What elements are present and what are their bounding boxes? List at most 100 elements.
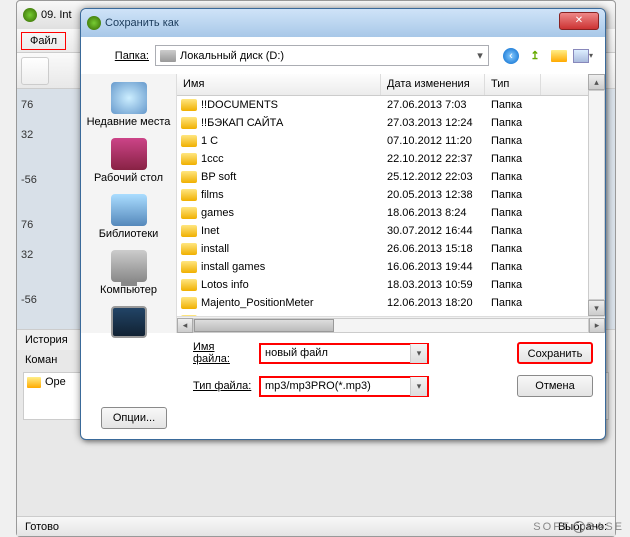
folder-icon	[181, 117, 197, 129]
wave-tick: 32	[21, 249, 33, 261]
parent-title: 09. Int	[41, 9, 72, 21]
file-name: 1ccc	[201, 153, 224, 165]
file-type: Папка	[485, 261, 541, 273]
sidebar-item-computer[interactable]: Компьютер	[84, 246, 174, 300]
toolbar-button[interactable]	[21, 57, 49, 85]
file-row[interactable]: !!БЭКАП САЙТА 27.03.2013 12:24Папка	[177, 114, 588, 132]
file-date: 20.05.2013 12:38	[381, 189, 485, 201]
cancel-button[interactable]: Отмена	[517, 375, 593, 397]
folder-icon	[181, 171, 197, 183]
file-row[interactable]: BP soft25.12.2012 22:03Папка	[177, 168, 588, 186]
options-button[interactable]: Опции...	[101, 407, 167, 429]
file-row[interactable]: 1ccc22.10.2012 22:37Папка	[177, 150, 588, 168]
dialog-titlebar[interactable]: Сохранить как ✕	[81, 9, 605, 37]
column-name[interactable]: Имя	[177, 74, 381, 95]
status-bar: Готово Выбрано:	[17, 516, 615, 536]
file-name: 1 C	[201, 135, 218, 147]
file-date: 12.06.2013 18:20	[381, 297, 485, 309]
chevron-down-icon: ▾	[472, 49, 488, 62]
scroll-up-arrow[interactable]: ▴	[588, 74, 605, 90]
wave-tick: 76	[21, 99, 33, 111]
drive-icon	[160, 50, 176, 62]
scroll-track[interactable]	[193, 318, 589, 333]
file-type: Папка	[485, 153, 541, 165]
filename-input[interactable]: ▾	[259, 343, 429, 364]
scroll-right-arrow[interactable]: ▸	[589, 318, 605, 333]
folder-dropdown[interactable]: Локальный диск (D:) ▾	[155, 45, 489, 66]
vertical-scrollbar[interactable]: ▴ ▾	[588, 74, 605, 316]
filename-field[interactable]	[265, 347, 410, 359]
horizontal-scrollbar[interactable]: ◂ ▸	[177, 316, 605, 333]
file-row[interactable]: Inet30.07.2012 16:44Папка	[177, 222, 588, 240]
close-button[interactable]: ✕	[559, 12, 599, 30]
file-row[interactable]: games18.06.2013 8:24Папка	[177, 204, 588, 222]
list-item-label: Ope	[45, 376, 66, 388]
folder-icon	[181, 243, 197, 255]
filename-label: Имя файла:	[183, 341, 253, 365]
file-name: install games	[201, 261, 265, 273]
file-type: Папка	[485, 189, 541, 201]
file-date: 16.06.2013 19:44	[381, 261, 485, 273]
filename-row: Имя файла: ▾ Сохранить	[93, 341, 593, 365]
folder-icon	[181, 297, 197, 309]
file-type: Папка	[485, 171, 541, 183]
app-icon	[23, 8, 37, 22]
file-date: 27.03.2013 12:24	[381, 117, 485, 129]
file-row[interactable]: 1 C07.10.2012 11:20Папка	[177, 132, 588, 150]
folder-icon	[27, 377, 41, 388]
new-folder-button[interactable]	[549, 46, 569, 66]
dialog-bottom: Имя файла: ▾ Сохранить Тип файла: ▾ Отме…	[81, 333, 605, 439]
views-button[interactable]: ▾	[573, 46, 593, 66]
back-button[interactable]: ‹	[501, 46, 521, 66]
folder-icon	[181, 153, 197, 165]
libraries-icon	[111, 194, 147, 226]
file-name: Lotos info	[201, 279, 249, 291]
filetype-row: Тип файла: ▾ Отмена	[93, 375, 593, 397]
file-date: 25.12.2012 22:03	[381, 171, 485, 183]
file-list[interactable]: !!DOCUMENTS27.06.2013 7:03Папка!!БЭКАП С…	[177, 96, 588, 316]
sidebar-item-label: Библиотеки	[86, 228, 172, 240]
file-name: install	[201, 243, 229, 255]
column-type[interactable]: Тип	[485, 74, 541, 95]
file-type: Папка	[485, 117, 541, 129]
wave-tick: 32	[21, 129, 33, 141]
filetype-label: Тип файла:	[183, 380, 253, 392]
filetype-input[interactable]: ▾	[259, 376, 429, 397]
places-sidebar: Недавние места Рабочий стол Библиотеки К…	[81, 74, 177, 333]
file-type: Папка	[485, 243, 541, 255]
sidebar-item-desktop[interactable]: Рабочий стол	[84, 134, 174, 188]
scroll-track[interactable]	[588, 90, 605, 300]
menu-file[interactable]: Файл	[21, 32, 66, 50]
sidebar-item-label: Недавние места	[86, 116, 172, 128]
file-row[interactable]: Lotos info18.03.2013 10:59Папка	[177, 276, 588, 294]
file-row[interactable]: install games 16.06.2013 19:44Папка	[177, 258, 588, 276]
file-row[interactable]: films20.05.2013 12:38Папка	[177, 186, 588, 204]
scroll-thumb[interactable]	[194, 319, 334, 332]
file-name: !!DOCUMENTS	[201, 99, 278, 111]
file-name: Inet	[201, 225, 219, 237]
folder-icon	[181, 99, 197, 111]
file-name: !!БЭКАП САЙТА	[201, 117, 283, 129]
sidebar-item-recent[interactable]: Недавние места	[84, 78, 174, 132]
up-button[interactable]: ↥	[525, 46, 545, 66]
watermark-icon	[573, 521, 585, 533]
chevron-down-icon[interactable]: ▾	[410, 377, 427, 396]
file-row[interactable]: Majento_PositionMeter12.06.2013 18:20Пап…	[177, 294, 588, 312]
sidebar-item-label: Рабочий стол	[86, 172, 172, 184]
scroll-left-arrow[interactable]: ◂	[177, 318, 193, 333]
file-type: Папка	[485, 99, 541, 111]
filetype-field[interactable]	[265, 380, 410, 392]
file-type: Папка	[485, 207, 541, 219]
sidebar-item-libraries[interactable]: Библиотеки	[84, 190, 174, 244]
scroll-down-arrow[interactable]: ▾	[588, 300, 605, 316]
folder-icon	[181, 207, 197, 219]
file-row[interactable]: install26.06.2013 15:18Папка	[177, 240, 588, 258]
chevron-down-icon[interactable]: ▾	[410, 344, 427, 363]
options-row: Опции...	[93, 407, 593, 429]
file-row[interactable]: !!DOCUMENTS27.06.2013 7:03Папка	[177, 96, 588, 114]
folder-label: Папка:	[93, 50, 149, 62]
drive-name: Локальный диск (D:)	[180, 50, 284, 62]
file-type: Папка	[485, 135, 541, 147]
save-button[interactable]: Сохранить	[517, 342, 593, 364]
column-date[interactable]: Дата изменения	[381, 74, 485, 95]
